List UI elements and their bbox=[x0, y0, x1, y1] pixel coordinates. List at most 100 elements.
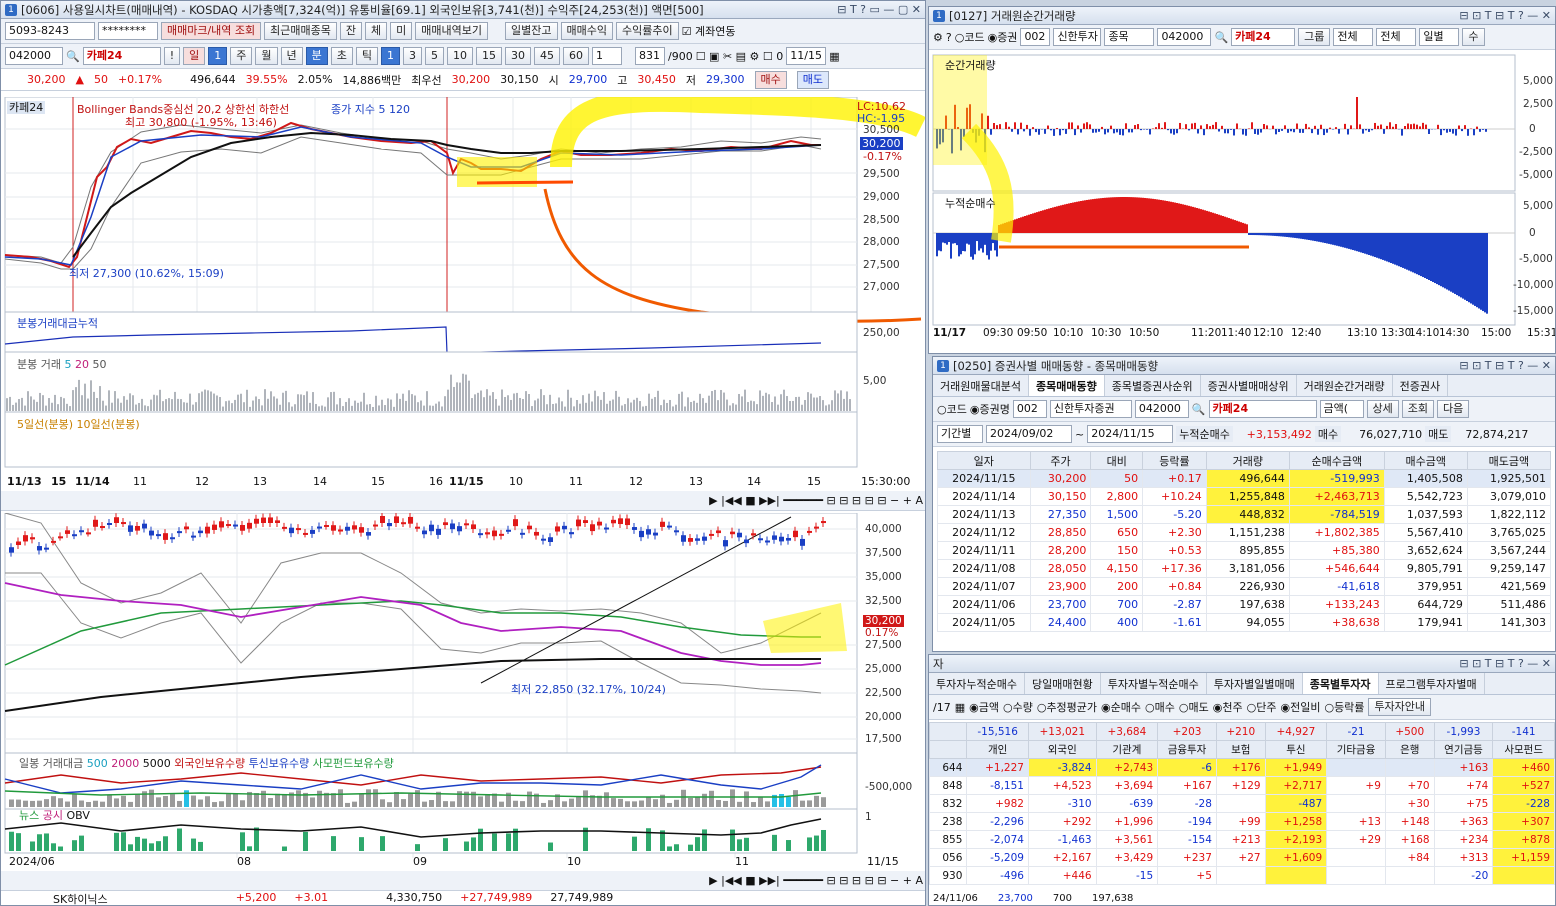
interval-45[interactable]: 45 bbox=[534, 47, 560, 65]
period-second[interactable]: 초 bbox=[330, 47, 353, 65]
table-row[interactable]: 2024/11/08 28,050 4,150 +17.36 3,181,056 +546… bbox=[937, 559, 1552, 578]
table-row[interactable]: 832 +982 -310 -639 -28 -487 +30 +75 -228 bbox=[929, 794, 1555, 813]
amount-type-select[interactable]: 금액( bbox=[1319, 400, 1364, 418]
count-button[interactable]: 수 bbox=[1462, 28, 1485, 46]
buy-button[interactable]: 매수 bbox=[754, 70, 787, 89]
trend-col-header[interactable]: 매도금액 bbox=[1466, 451, 1552, 470]
table-row[interactable]: 2024/11/12 28,850 650 +2.30 1,151,238 +1,802,… bbox=[937, 523, 1552, 542]
next-button[interactable]: 다음 bbox=[1437, 400, 1470, 418]
radio-code[interactable]: ○코드 bbox=[955, 29, 985, 45]
sell-button[interactable]: 매도 bbox=[796, 70, 830, 89]
investor-guide-button[interactable]: 투자자안내 bbox=[1368, 698, 1432, 716]
period-select[interactable]: 기간별 bbox=[937, 425, 983, 443]
window-controls[interactable]: ⊟ ⊡ T ⊟ T ? — ✕ bbox=[1459, 9, 1551, 22]
tab-program-investor[interactable]: 프로그램투자자별매 bbox=[1379, 673, 1485, 694]
profit-trend-button[interactable]: 수익률추이 bbox=[615, 22, 679, 40]
investor-col-header[interactable]: 외국인 bbox=[1027, 740, 1097, 759]
period-month[interactable]: 월 bbox=[255, 47, 278, 65]
search-icon[interactable]: 🔍 bbox=[1192, 403, 1206, 416]
calendar-icon[interactable]: ▦ bbox=[955, 701, 965, 714]
daily-balance-button[interactable]: 일별잔고 bbox=[505, 22, 558, 40]
type-select[interactable]: 종목 bbox=[1104, 28, 1155, 46]
table-row[interactable]: 2024/11/05 24,400 400 -1.61 94,055 +38,638 179… bbox=[937, 613, 1552, 632]
period-select[interactable]: 일별 bbox=[1419, 28, 1460, 46]
group-button[interactable]: 그룹 bbox=[1298, 28, 1331, 46]
interval-15[interactable]: 15 bbox=[476, 47, 502, 65]
unfilled-button[interactable]: 미 bbox=[390, 22, 413, 40]
radio-broker-name[interactable]: ◉증권명 bbox=[970, 401, 1010, 417]
radio-amount[interactable]: ◉금액 bbox=[969, 699, 999, 715]
filter2-select[interactable]: 전체 bbox=[1376, 28, 1417, 46]
tab-broker-top[interactable]: 증권사별매매상위 bbox=[1201, 375, 1297, 396]
trend-col-header[interactable]: 일자 bbox=[937, 451, 1031, 470]
radio-rate[interactable]: ○등락률 bbox=[1324, 699, 1364, 715]
table-row[interactable]: 2024/11/15 30,200 50 +0.17 496,644 -519,993 1,… bbox=[937, 469, 1552, 488]
trend-col-header[interactable]: 순매수금액 bbox=[1288, 451, 1385, 470]
radio-buy[interactable]: ○매수 bbox=[1145, 699, 1175, 715]
date-field[interactable]: /17 bbox=[933, 701, 951, 714]
investor-col-header[interactable]: 투신 bbox=[1264, 740, 1328, 759]
tab-investor-cum-net[interactable]: 투자자누적순매수 bbox=[929, 673, 1025, 694]
window-controls[interactable]: ⊟ ⊡ T ⊟ T ? — ✕ bbox=[1459, 359, 1551, 372]
broker-name-field[interactable]: 신한투자증권 bbox=[1049, 400, 1132, 418]
trade-profit-button[interactable]: 매매수익 bbox=[560, 22, 613, 40]
chart-tool-icons[interactable]: ☐ ▣ ✂ ▤ ⚙ ☐ 0 bbox=[696, 50, 784, 63]
tab-stock-trend[interactable]: 종목매매동향 bbox=[1028, 375, 1105, 396]
trend-col-header[interactable]: 주가 bbox=[1029, 451, 1092, 470]
query-button[interactable]: 조회 bbox=[1401, 400, 1435, 418]
investor-col-header[interactable]: 기타금융 bbox=[1326, 740, 1386, 759]
table-row[interactable]: 644 +1,227 -3,824 +2,743 -6 +176 +1,949 +163 +46… bbox=[929, 758, 1555, 777]
count-input[interactable]: 831 bbox=[635, 47, 665, 65]
balance-button[interactable]: 잔 bbox=[339, 22, 363, 40]
table-row[interactable]: 2024/11/13 27,350 1,500 -5.20 448,832 -784,51… bbox=[937, 505, 1552, 524]
stock-name-field[interactable]: 카페24 bbox=[1208, 400, 1317, 418]
period-week[interactable]: 주 bbox=[230, 47, 253, 65]
search-icon[interactable]: 🔍 bbox=[1214, 31, 1228, 44]
stock-code-input[interactable]: 042000 bbox=[1157, 28, 1212, 46]
table-row[interactable]: 2024/11/11 28,200 150 +0.53 895,855 +85,380 3,… bbox=[937, 541, 1552, 560]
interval-5[interactable]: 5 bbox=[425, 47, 444, 65]
detail-button[interactable]: 상세 bbox=[1366, 400, 1399, 418]
interval-10[interactable]: 10 bbox=[447, 47, 473, 65]
table-row[interactable]: 2024/11/06 23,700 700 -2.87 197,638 +133,243 6… bbox=[937, 595, 1552, 614]
period-tick[interactable]: 틱 bbox=[355, 47, 378, 65]
help-icon[interactable]: ? bbox=[946, 31, 952, 44]
period-year[interactable]: 년 bbox=[280, 47, 303, 65]
window-controls[interactable]: ⊟ T ? ▭ — ▢ ✕ bbox=[837, 3, 921, 16]
chart1-scroll-controls[interactable]: ▶ |◀◀ ■ ▶▶| ━━━━━━ ⊟ ⊟ ⊟ ⊟ ⊟ − + A bbox=[1, 491, 925, 511]
investor-col-header[interactable]: 연기금등 bbox=[1433, 740, 1494, 759]
trade-history-button[interactable]: 매매내역보기 bbox=[415, 22, 489, 40]
interval-30[interactable]: 30 bbox=[505, 47, 531, 65]
tab-investor-cum[interactable]: 투자자별누적순매수 bbox=[1101, 673, 1207, 694]
tab-stock-broker-rank[interactable]: 종목별증권사순위 bbox=[1105, 375, 1201, 396]
trend-col-header[interactable]: 매수금액 bbox=[1383, 451, 1468, 470]
search-icon[interactable]: 🔍 bbox=[66, 50, 80, 63]
stock-name-field[interactable]: 카페24 bbox=[1231, 28, 1296, 46]
interval-3[interactable]: 3 bbox=[403, 47, 422, 65]
account-input[interactable]: 5093-8243 bbox=[5, 22, 95, 40]
table-row[interactable]: 238 -2,296 +292 +1,996 -194 +99 +1,258 +13 +148 +… bbox=[929, 812, 1555, 831]
table-row[interactable]: 848 -8,151 +4,523 +3,694 +167 +129 +2,717 +9 +70… bbox=[929, 776, 1555, 795]
period-day[interactable]: 일 bbox=[183, 47, 206, 65]
gear-icon[interactable]: ⚙ bbox=[933, 31, 943, 44]
intraday-chart-svg[interactable] bbox=[1, 97, 926, 497]
tab-stock-investor[interactable]: 종목별투자자 bbox=[1302, 673, 1379, 694]
table-row[interactable]: 855 -2,074 -1,463 +3,561 -154 +213 +2,193 +29 +1… bbox=[929, 830, 1555, 849]
date-input[interactable]: 11/15 bbox=[786, 47, 827, 65]
broker-name-field[interactable]: 신한투자 bbox=[1053, 28, 1102, 46]
date-to-input[interactable]: 2024/11/15 bbox=[1087, 425, 1174, 443]
scroll-buttons[interactable]: ▶ |◀◀ ■ ▶▶| ━━━━━━ ⊟ ⊟ ⊟ ⊟ ⊟ − + A bbox=[709, 494, 923, 507]
investor-col-header[interactable]: 사모펀드 bbox=[1492, 740, 1555, 759]
investor-col-header[interactable]: 금융투자 bbox=[1157, 740, 1217, 759]
trend-col-header[interactable]: 거래량 bbox=[1205, 451, 1290, 470]
radio-thousand[interactable]: ◉천주 bbox=[1213, 699, 1243, 715]
interval-1[interactable]: 1 bbox=[381, 47, 400, 65]
investor-col-header[interactable]: 보험 bbox=[1215, 740, 1266, 759]
tab-investor-daily[interactable]: 투자자별일별매매 bbox=[1207, 673, 1303, 694]
investor-col-header[interactable]: 기관계 bbox=[1095, 740, 1159, 759]
trade-mark-button[interactable]: 매매마크/내역 조회 bbox=[161, 22, 262, 40]
trend-col-header[interactable]: 등락률 bbox=[1142, 451, 1207, 470]
table-row[interactable]: 2024/11/14 30,150 2,800 +10.24 1,255,848 +2,4… bbox=[937, 487, 1552, 506]
recent-trades-button[interactable]: 최근매매종목 bbox=[264, 22, 337, 40]
stock-code-input[interactable]: 042000 bbox=[1134, 400, 1189, 418]
